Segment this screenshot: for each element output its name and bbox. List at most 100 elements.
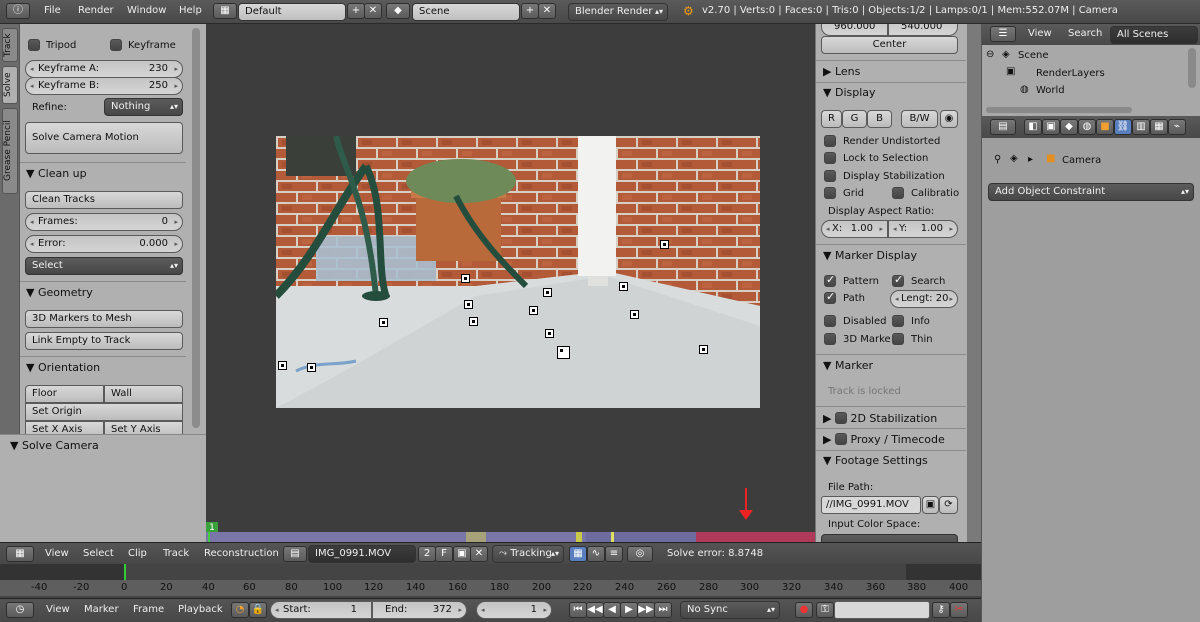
screen-layout-icon[interactable]: ▦: [213, 3, 237, 19]
display-stabilization-checkbox[interactable]: [824, 170, 836, 182]
keying-set-field[interactable]: [834, 601, 930, 619]
color-space-dropdown[interactable]: [821, 534, 958, 542]
lens-panel-header[interactable]: ▶ Lens: [823, 65, 860, 78]
tab-track[interactable]: Track: [2, 28, 18, 62]
timeline-menu-playback[interactable]: Playback: [178, 604, 223, 615]
outliner-view-menu[interactable]: View: [1028, 28, 1052, 39]
marker-display-panel-header[interactable]: ▼ Marker Display: [823, 249, 917, 262]
stabilization-2d-checkbox[interactable]: [834, 412, 847, 424]
set-x-axis-button[interactable]: Set X Axis: [25, 421, 104, 434]
track-marker[interactable]: [699, 345, 708, 354]
lock-to-selection-checkbox[interactable]: [824, 152, 836, 164]
clip-editor-viewport[interactable]: 1: [206, 24, 815, 542]
scene-field[interactable]: Scene: [412, 3, 520, 21]
screen-layout-field[interactable]: Default: [238, 3, 346, 21]
display-panel-header[interactable]: ▼ Display: [823, 86, 876, 99]
track-marker[interactable]: [379, 318, 388, 327]
physics-tab-icon[interactable]: ⌁: [1168, 119, 1186, 135]
markers-to-mesh-button[interactable]: 3D Markers to Mesh: [25, 310, 183, 328]
add-object-constraint-dropdown[interactable]: Add Object Constraint ▴▾: [988, 183, 1194, 201]
cleanup-select-dropdown[interactable]: Select ▴▾: [25, 257, 183, 275]
end-frame-field[interactable]: End: 372 ▸: [372, 601, 467, 619]
clip-menu-view[interactable]: View: [45, 548, 69, 559]
channel-b-button[interactable]: B: [867, 110, 892, 128]
proxy-panel-header[interactable]: ▶ Proxy / Timecode: [823, 433, 945, 446]
aspect-x-field[interactable]: ◂ X: 1.00 ▸: [821, 220, 888, 238]
display-mode-dropdown[interactable]: All Scenes: [1110, 26, 1198, 44]
keyframe-b-field[interactable]: ◂ Keyframe B: 250 ▸: [25, 77, 183, 95]
remove-layout-icon[interactable]: ✕: [364, 3, 382, 19]
error-field[interactable]: ◂ Error: 0.000 ▸: [25, 235, 183, 253]
timeline-menu-marker[interactable]: Marker: [84, 604, 119, 615]
scene-selector-icon[interactable]: ◆: [386, 3, 410, 19]
start-frame-field[interactable]: ◂ Start: 1: [270, 601, 372, 619]
clip-editor-type-icon[interactable]: ▦: [6, 546, 34, 562]
path-length-field[interactable]: ◂ Lengt: 20 ▸: [890, 290, 958, 308]
track-marker[interactable]: [469, 317, 478, 326]
outliner-h-scrollbar[interactable]: [986, 107, 1132, 113]
track-marker[interactable]: [630, 310, 639, 319]
jump-keyframe-forward-icon[interactable]: ▶▶: [637, 602, 655, 618]
preview-range-icon[interactable]: ◔: [231, 602, 249, 618]
folder-icon[interactable]: ▣: [922, 496, 939, 514]
channel-r-button[interactable]: R: [821, 110, 842, 128]
outliner-world-item[interactable]: World: [1036, 85, 1065, 96]
channel-g-button[interactable]: G: [842, 110, 867, 128]
stabilization-2d-panel-header[interactable]: ▶ 2D Stabilization: [823, 412, 937, 425]
lock-range-icon[interactable]: 🔒: [249, 602, 267, 618]
solve-camera-motion-button[interactable]: Solve Camera Motion: [25, 122, 183, 154]
render-tab-icon[interactable]: ◧: [1024, 119, 1042, 135]
properties-editor-type-icon[interactable]: ▤: [990, 119, 1016, 135]
search-checkbox[interactable]: [892, 273, 904, 287]
timeline-current-frame[interactable]: [124, 564, 126, 580]
current-frame-field[interactable]: ◂ 1 ▸: [476, 601, 552, 619]
outliner-v-scrollbar[interactable]: [1188, 48, 1196, 88]
render-engine-dropdown[interactable]: Blender Render ▴▾: [568, 3, 668, 21]
clip-name-field[interactable]: IMG_0991.MOV: [308, 545, 416, 563]
cleanup-panel-header[interactable]: ▼ Clean up: [26, 167, 87, 180]
keyframe-checkbox[interactable]: [110, 39, 122, 51]
solve-camera-operator-header[interactable]: ▼ Solve Camera: [10, 439, 99, 452]
insert-keyframe-icon[interactable]: ⚷: [932, 602, 950, 618]
play-reverse-icon[interactable]: ◀: [603, 602, 621, 618]
render-undistorted-checkbox[interactable]: [824, 135, 836, 147]
link-empty-to-track-button[interactable]: Link Empty to Track: [25, 332, 183, 350]
set-y-axis-button[interactable]: Set Y Axis: [104, 421, 183, 434]
floor-button[interactable]: Floor: [25, 385, 104, 403]
world-tab-icon[interactable]: ◍: [1078, 119, 1096, 135]
outliner-search-menu[interactable]: Search: [1068, 28, 1102, 39]
track-marker[interactable]: [461, 274, 470, 283]
markers-3d-checkbox[interactable]: [824, 333, 836, 345]
active-track-marker[interactable]: [557, 346, 570, 359]
frames-field[interactable]: ◂ Frames: 0 ▸: [25, 213, 183, 231]
dopesheet-view-icon[interactable]: ≡: [605, 546, 623, 562]
track-marker[interactable]: [307, 363, 316, 372]
clip-menu-select[interactable]: Select: [83, 548, 114, 559]
jump-end-icon[interactable]: ⏭: [654, 602, 672, 618]
track-marker[interactable]: [529, 306, 538, 315]
clip-menu-reconstruction[interactable]: Reconstruction: [204, 548, 279, 559]
clip-users-count[interactable]: 2: [418, 546, 436, 562]
wall-button[interactable]: Wall: [104, 385, 183, 403]
object-tab-icon[interactable]: ■: [1096, 119, 1114, 135]
calibration-checkbox[interactable]: [892, 187, 904, 199]
menu-window[interactable]: Window: [127, 5, 166, 16]
reload-icon[interactable]: ⟳: [939, 496, 958, 514]
track-marker[interactable]: [619, 282, 628, 291]
menu-render[interactable]: Render: [78, 5, 114, 16]
jump-start-icon[interactable]: ⏮: [569, 602, 587, 618]
tripod-checkbox[interactable]: [28, 39, 40, 51]
constraints-tab-icon[interactable]: ⛓: [1114, 119, 1132, 135]
clip-menu-track[interactable]: Track: [163, 548, 189, 559]
menu-help[interactable]: Help: [179, 5, 202, 16]
thin-checkbox[interactable]: [892, 333, 904, 345]
pivot-point-icon[interactable]: ◎: [627, 546, 653, 562]
outliner-editor-type-icon[interactable]: ☰: [990, 26, 1016, 42]
resolution-y-field[interactable]: 540.000: [888, 24, 958, 36]
orientation-panel-header[interactable]: ▼ Orientation: [26, 361, 100, 374]
timeline-menu-view[interactable]: View: [46, 604, 70, 615]
track-marker[interactable]: [278, 361, 287, 370]
mode-dropdown[interactable]: ⤳ Tracking ▴▾: [492, 545, 564, 563]
set-origin-button[interactable]: Set Origin: [25, 403, 183, 421]
bw-toggle-button[interactable]: B/W: [901, 110, 938, 128]
